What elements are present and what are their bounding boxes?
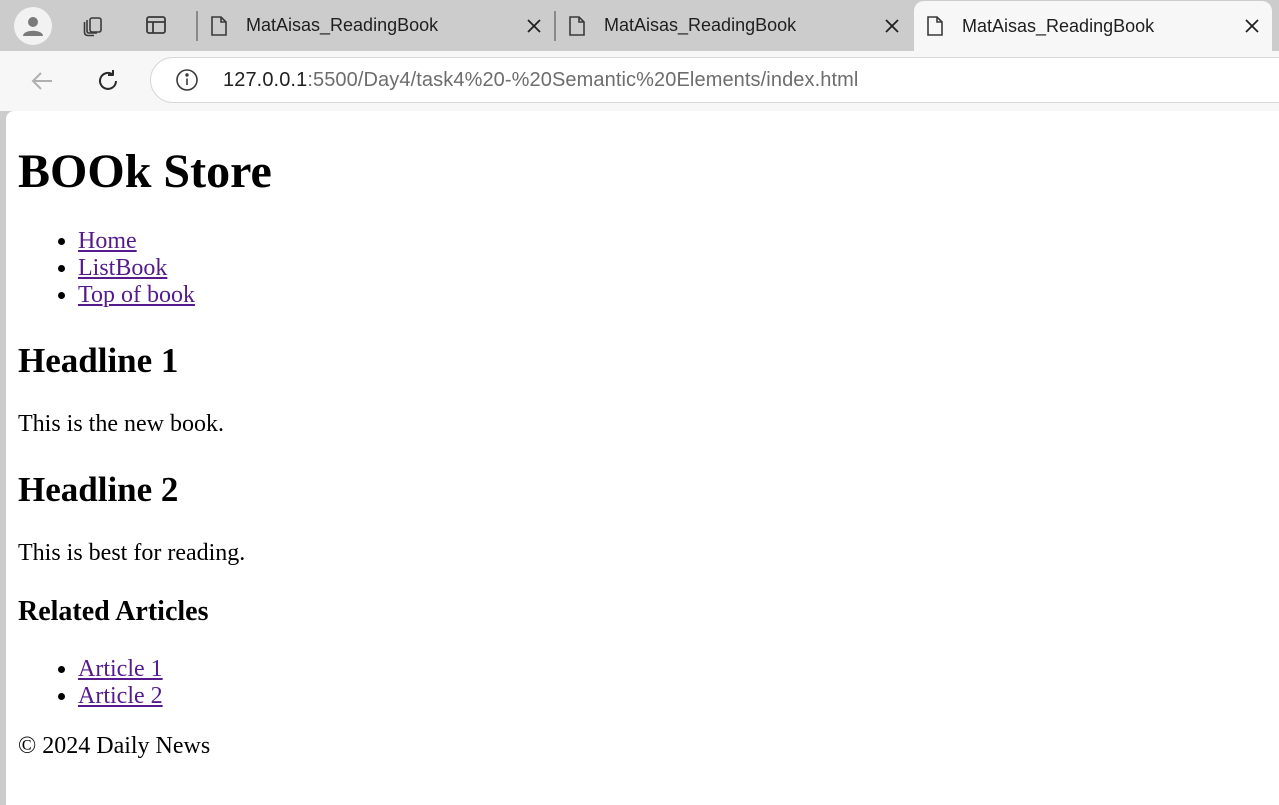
footer-text: © 2024 Daily News (18, 733, 211, 759)
related-articles-heading: Related Articles (18, 596, 209, 627)
close-icon[interactable] (1240, 14, 1264, 38)
page-viewport: BOOk Store Home ListBook Top of book Hea… (6, 111, 1279, 805)
url-text[interactable]: 127.0.0.1:5500/Day4/task4%20-%20Semantic… (223, 69, 858, 92)
tab-strip: MatAisas_ReadingBook MatAisas_ReadingBoo… (0, 0, 1279, 51)
browser-toolbar: 127.0.0.1:5500/Day4/task4%20-%20Semantic… (0, 51, 1279, 111)
back-arrow-icon (31, 72, 52, 90)
info-icon[interactable] (175, 68, 199, 92)
tab-layout-icon (146, 16, 166, 34)
nav-link-top-of-book[interactable]: Top of book (78, 282, 195, 308)
page-title: BOOk Store (18, 145, 272, 198)
nav-list: Home ListBook Top of book (18, 228, 195, 309)
address-bar[interactable]: 127.0.0.1:5500/Day4/task4%20-%20Semantic… (150, 57, 1279, 103)
profile-avatar-button[interactable] (14, 7, 52, 45)
person-icon (23, 17, 43, 36)
close-icon[interactable] (880, 14, 904, 38)
nav-item: ListBook (78, 255, 195, 282)
related-articles-list: Article 1 Article 2 (18, 656, 163, 710)
tab-1[interactable]: MatAisas_ReadingBook (198, 0, 554, 51)
workspaces-icon (83, 17, 102, 37)
article-1-link[interactable]: Article 1 (78, 656, 163, 682)
reload-icon (99, 70, 117, 90)
workspaces-button[interactable] (77, 9, 109, 41)
section-1-text: This is the new book. (18, 411, 224, 437)
nav-item: Home (78, 228, 195, 255)
page-icon (926, 15, 944, 37)
close-icon[interactable] (522, 14, 546, 38)
tab-title: MatAisas_ReadingBook (962, 15, 1155, 36)
url-host: 127.0.0.1 (223, 69, 308, 91)
tab-title: MatAisas_ReadingBook (246, 15, 439, 35)
url-path: :5500/Day4/task4%20-%20Semantic%20Elemen… (307, 69, 859, 91)
browser-window: MatAisas_ReadingBook MatAisas_ReadingBoo… (0, 0, 1279, 805)
related-item: Article 1 (78, 656, 163, 683)
tab-title: MatAisas_ReadingBook (604, 15, 797, 35)
page-icon (210, 15, 228, 37)
nav-link-home[interactable]: Home (78, 228, 137, 254)
related-item: Article 2 (78, 683, 163, 710)
reload-button[interactable] (90, 63, 126, 99)
nav-link-listbook[interactable]: ListBook (78, 255, 167, 281)
section-2-text: This is best for reading. (18, 540, 246, 566)
page-icon (568, 15, 586, 37)
headline-1: Headline 1 (18, 341, 179, 380)
headline-2: Headline 2 (18, 470, 179, 509)
article-2-link[interactable]: Article 2 (78, 683, 163, 709)
back-button[interactable] (24, 63, 60, 99)
nav-item: Top of book (78, 282, 195, 309)
tab-3-active[interactable]: MatAisas_ReadingBook (914, 1, 1272, 51)
tab-2[interactable]: MatAisas_ReadingBook (556, 0, 912, 51)
tab-actions-button[interactable] (140, 9, 172, 41)
